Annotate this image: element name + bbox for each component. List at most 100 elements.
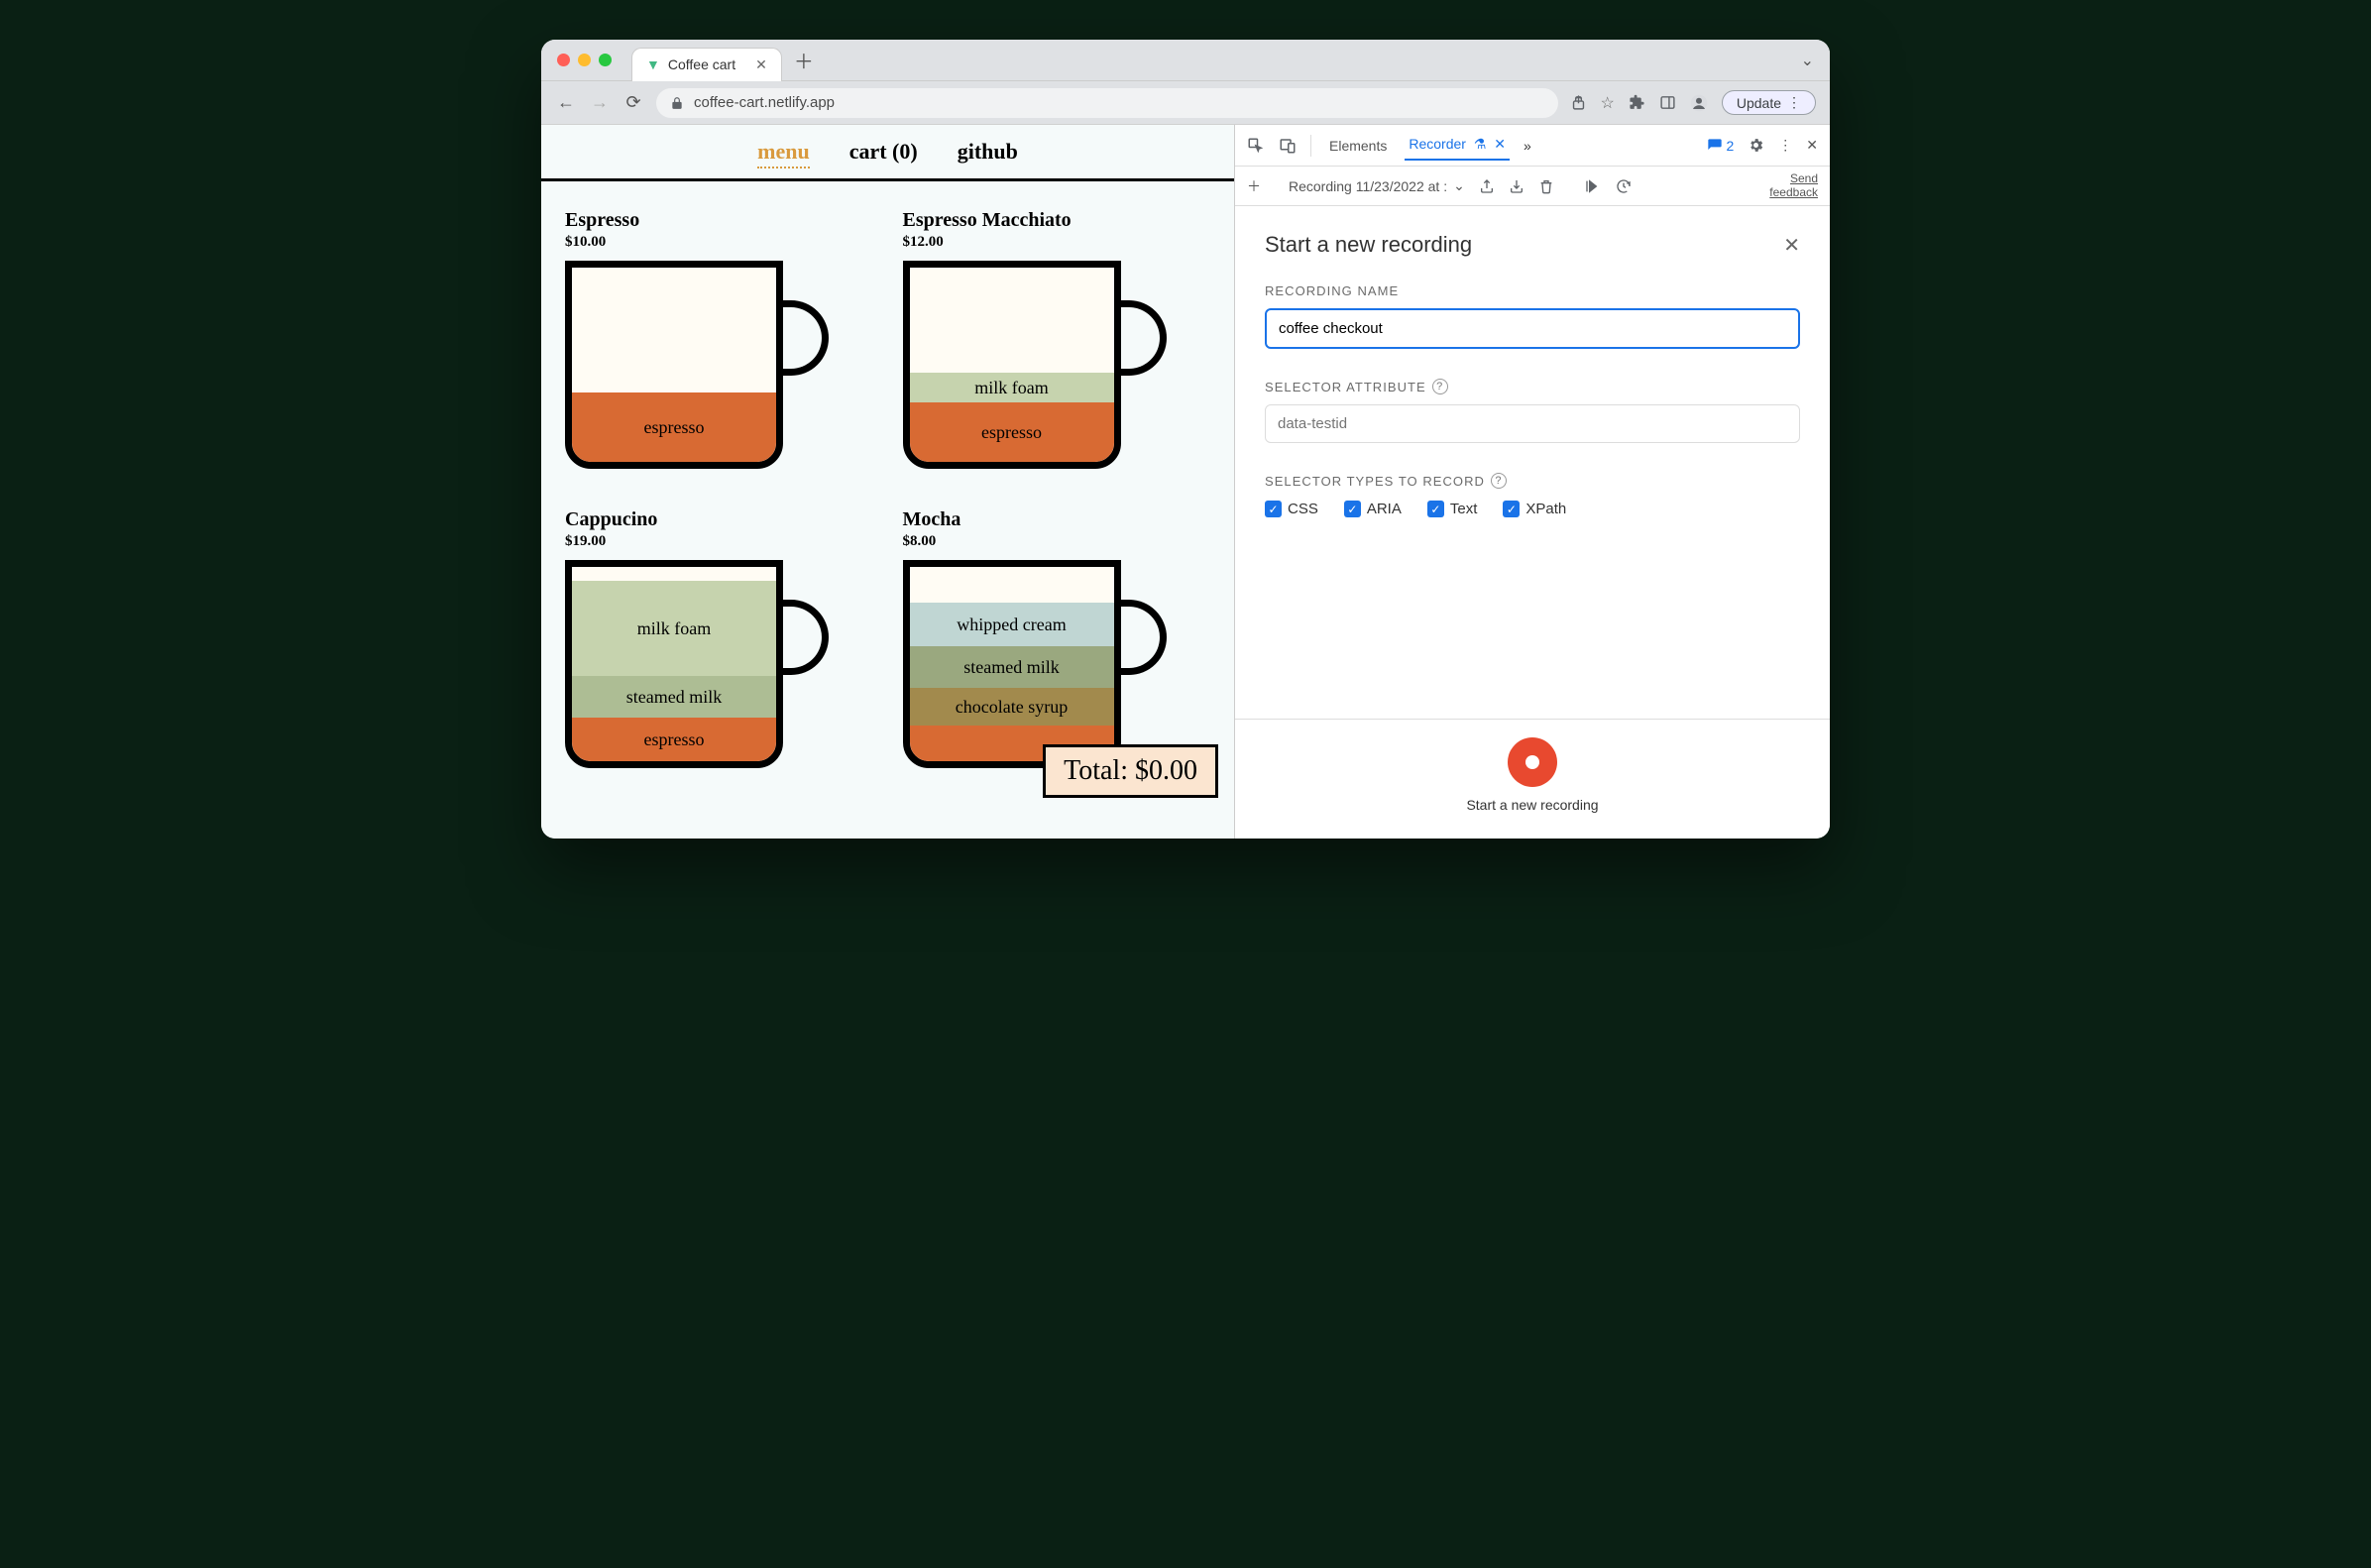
checkbox-css[interactable]: ✓CSS <box>1265 501 1318 517</box>
product-espresso[interactable]: Espresso $10.00 espresso <box>565 209 873 479</box>
toolbar: ← → ⟳ coffee-cart.netlify.app ☆ Upd <box>541 81 1830 125</box>
panel-title: Start a new recording <box>1265 232 1472 258</box>
start-recording-label: Start a new recording <box>1466 797 1598 813</box>
back-button[interactable]: ← <box>555 92 577 113</box>
close-panel-icon[interactable]: ✕ <box>1783 233 1800 258</box>
devtools-tabbar: Elements Recorder ⚗ ✕ » 2 ⋮ ✕ <box>1235 125 1830 167</box>
webpage: menu cart (0) github Espresso $10.00 esp… <box>541 125 1235 839</box>
devtools-panel: Elements Recorder ⚗ ✕ » 2 ⋮ ✕ <box>1235 125 1830 839</box>
selector-types-group: ✓CSS ✓ARIA ✓Text ✓XPath <box>1265 501 1800 517</box>
replay-icon[interactable] <box>1582 178 1600 194</box>
send-feedback-link[interactable]: Send feedback <box>1769 172 1818 198</box>
layer-espresso: espresso <box>910 402 1114 462</box>
product-price: $10.00 <box>565 234 873 251</box>
selector-attribute-input[interactable] <box>1265 404 1800 443</box>
checkbox-xpath[interactable]: ✓XPath <box>1503 501 1566 517</box>
profile-icon[interactable] <box>1690 94 1708 112</box>
nav-cart[interactable]: cart (0) <box>849 139 918 168</box>
product-mocha[interactable]: Mocha $8.00 whipped cream steamed milk c… <box>903 508 1211 778</box>
layer-whipped-cream: whipped cream <box>910 603 1114 646</box>
kebab-icon: ⋮ <box>1787 94 1801 111</box>
delete-icon[interactable] <box>1538 178 1554 194</box>
layer-steamed-milk: steamed milk <box>572 676 776 718</box>
address-bar[interactable]: coffee-cart.netlify.app <box>656 88 1558 118</box>
vue-favicon-icon: ▼ <box>646 56 660 72</box>
close-devtools-icon[interactable]: ✕ <box>1806 137 1818 154</box>
layer-chocolate: chocolate syrup <box>910 688 1114 726</box>
product-grid: Espresso $10.00 espresso Espresso Macchi… <box>541 181 1234 806</box>
selector-attribute-label: SELECTOR ATTRIBUTE ? <box>1265 379 1800 394</box>
recording-name-label: RECORDING NAME <box>1265 283 1800 298</box>
new-tab-button[interactable]: ＋ <box>794 46 814 74</box>
device-toggle-icon[interactable] <box>1279 137 1297 155</box>
help-icon[interactable]: ? <box>1432 379 1448 394</box>
close-icon[interactable]: ✕ <box>1494 136 1506 152</box>
cup-graphic: espresso <box>565 261 823 479</box>
chevron-down-icon: ⌄ <box>1453 177 1465 194</box>
cup-graphic: milk foam steamed milk espresso <box>565 560 823 778</box>
recording-select[interactable]: Recording 11/23/2022 at : ⌄ <box>1289 177 1465 194</box>
nav-github[interactable]: github <box>958 139 1018 168</box>
layer-espresso: espresso <box>572 718 776 761</box>
checkbox-aria[interactable]: ✓ARIA <box>1344 501 1402 517</box>
layer-foam: milk foam <box>910 373 1114 402</box>
new-recording-button[interactable]: ＋ <box>1247 176 1261 196</box>
export-icon[interactable] <box>1479 178 1495 194</box>
product-price: $19.00 <box>565 533 873 550</box>
maximize-window-button[interactable] <box>599 54 612 66</box>
layer-steamed-milk: steamed milk <box>910 646 1114 688</box>
product-cappucino[interactable]: Cappucino $19.00 milk foam steamed milk … <box>565 508 873 778</box>
share-icon[interactable] <box>1570 94 1587 111</box>
help-icon[interactable]: ? <box>1491 473 1507 489</box>
gear-icon[interactable] <box>1748 137 1764 154</box>
browser-tab[interactable]: ▼ Coffee cart ✕ <box>631 48 782 81</box>
recording-name-input[interactable] <box>1265 308 1800 349</box>
window-controls <box>557 54 612 66</box>
product-macchiato[interactable]: Espresso Macchiato $12.00 milk foam espr… <box>903 209 1211 479</box>
inspect-icon[interactable] <box>1247 137 1265 155</box>
product-name: Espresso <box>565 209 873 232</box>
forward-button[interactable]: → <box>589 92 611 113</box>
new-recording-panel: Start a new recording ✕ RECORDING NAME S… <box>1235 206 1830 719</box>
lock-icon <box>670 96 684 110</box>
import-icon[interactable] <box>1509 178 1524 194</box>
site-nav: menu cart (0) github <box>541 125 1234 181</box>
url-text: coffee-cart.netlify.app <box>694 94 835 111</box>
flask-icon: ⚗ <box>1474 136 1487 152</box>
layer-espresso: espresso <box>572 392 776 462</box>
titlebar: ▼ Coffee cart ✕ ＋ ⌄ <box>541 40 1830 81</box>
selector-types-label: SELECTOR TYPES TO RECORD ? <box>1265 473 1800 489</box>
tab-recorder[interactable]: Recorder ⚗ ✕ <box>1405 130 1510 161</box>
start-recording-area: Start a new recording <box>1235 719 1830 839</box>
update-button[interactable]: Update ⋮ <box>1722 90 1816 115</box>
content-area: menu cart (0) github Espresso $10.00 esp… <box>541 125 1830 839</box>
kebab-icon[interactable]: ⋮ <box>1778 137 1792 154</box>
nav-menu[interactable]: menu <box>757 139 810 168</box>
toolbar-right: ☆ Update ⋮ <box>1570 90 1817 115</box>
extensions-icon[interactable] <box>1629 94 1645 111</box>
layer-foam: milk foam <box>572 581 776 676</box>
issues-badge[interactable]: 2 <box>1707 138 1734 154</box>
more-tabs-icon[interactable]: » <box>1524 138 1531 154</box>
sidepanel-icon[interactable] <box>1659 94 1676 111</box>
tab-elements[interactable]: Elements <box>1325 132 1391 160</box>
reload-button[interactable]: ⟳ <box>622 92 644 113</box>
recorder-toolbar: ＋ Recording 11/23/2022 at : ⌄ <box>1235 167 1830 206</box>
tab-title: Coffee cart <box>668 56 735 72</box>
start-recording-button[interactable] <box>1508 737 1557 787</box>
product-name: Mocha <box>903 508 1211 531</box>
product-price: $12.00 <box>903 234 1211 251</box>
tabs-overflow-icon[interactable]: ⌄ <box>1801 51 1814 70</box>
product-name: Espresso Macchiato <box>903 209 1211 232</box>
replay-speed-icon[interactable] <box>1614 178 1634 194</box>
total-box[interactable]: Total: $0.00 <box>1043 744 1218 798</box>
product-name: Cappucino <box>565 508 873 531</box>
browser-window: ▼ Coffee cart ✕ ＋ ⌄ ← → ⟳ coffee-cart.ne… <box>541 40 1830 839</box>
cup-graphic: milk foam espresso <box>903 261 1161 479</box>
close-tab-icon[interactable]: ✕ <box>755 56 767 73</box>
minimize-window-button[interactable] <box>578 54 591 66</box>
product-price: $8.00 <box>903 533 1211 550</box>
checkbox-text[interactable]: ✓Text <box>1427 501 1478 517</box>
bookmark-icon[interactable]: ☆ <box>1601 93 1615 113</box>
close-window-button[interactable] <box>557 54 570 66</box>
